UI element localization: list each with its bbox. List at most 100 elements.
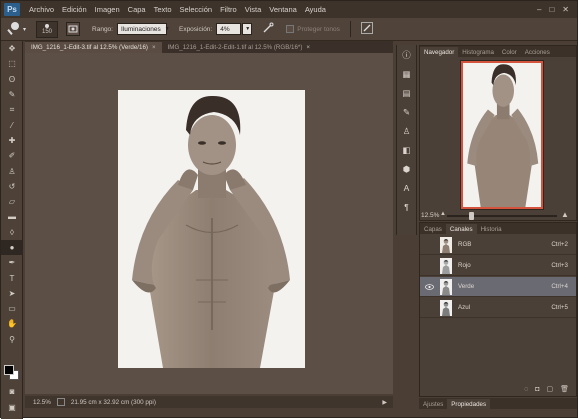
pressure-icon[interactable]: [360, 21, 373, 37]
foreground-color-swatch[interactable]: [4, 365, 14, 375]
exposure-input[interactable]: 4%: [216, 23, 242, 35]
select-arrow-icon: ▼: [245, 26, 251, 32]
channel-shortcut: Ctrl+5: [551, 304, 568, 311]
tab-document-1[interactable]: IMG_1216_1-Edit-3.tif al 12.5% (Verde/16…: [25, 42, 162, 53]
canvas-area[interactable]: [25, 53, 393, 394]
tab-document-2[interactable]: IMG_1216_1-Edit-2-Edit-1.tif al 12.5% (R…: [162, 42, 316, 53]
visibility-toggle[interactable]: [424, 303, 434, 313]
type-tool-icon[interactable]: T: [1, 270, 23, 285]
paragraph-icon[interactable]: ¶: [397, 198, 416, 216]
hand-tool-icon[interactable]: ✋: [1, 316, 23, 331]
zoom-tool-icon[interactable]: ⚲: [1, 332, 23, 347]
close-tab-icon[interactable]: ×: [152, 44, 156, 51]
quick-mask-icon[interactable]: ◙: [1, 384, 23, 399]
menu-imagen[interactable]: Imagen: [91, 5, 124, 14]
menu-seleccion[interactable]: Selección: [176, 5, 217, 14]
visibility-toggle[interactable]: [424, 261, 434, 271]
airbrush-icon[interactable]: [262, 22, 274, 37]
navigator-zoom[interactable]: 12.5%: [421, 212, 439, 219]
trash-icon[interactable]: 🗑: [560, 385, 569, 393]
save-selection-icon[interactable]: ◘: [535, 386, 539, 393]
protect-tones-checkbox[interactable]: [286, 25, 295, 33]
eye-icon[interactable]: [424, 282, 434, 292]
menu-texto[interactable]: Texto: [150, 5, 176, 14]
document-image[interactable]: [118, 90, 305, 368]
eraser-tool-icon[interactable]: ▱: [1, 194, 23, 209]
menu-filtro[interactable]: Filtro: [216, 5, 241, 14]
info-icon[interactable]: ⓘ: [397, 46, 416, 64]
blur-tool-icon[interactable]: ◊: [1, 225, 23, 240]
navigator-panel: Navegador Histograma Color Acciones: [419, 45, 577, 221]
path-select-tool-icon[interactable]: ➤: [1, 286, 23, 301]
tab-canales[interactable]: Canales: [445, 224, 477, 234]
layer-comps-icon[interactable]: ▤: [397, 84, 416, 102]
menu-ayuda[interactable]: Ayuda: [301, 5, 330, 14]
exposure-dropdown[interactable]: ▼: [242, 23, 253, 35]
tab-acciones[interactable]: Acciones: [521, 47, 554, 57]
clone-source-icon[interactable]: ♙: [397, 122, 416, 140]
chevron-down-icon[interactable]: ▾: [23, 26, 26, 33]
swatches-icon[interactable]: ▦: [397, 65, 416, 83]
lasso-tool-icon[interactable]: ʘ: [1, 72, 23, 87]
menu-capa[interactable]: Capa: [124, 5, 150, 14]
character-icon[interactable]: A: [397, 179, 416, 197]
channel-row-rgb[interactable]: RGB Ctrl+2: [420, 235, 576, 255]
menu-ventana[interactable]: Ventana: [265, 5, 301, 14]
zoom-out-icon[interactable]: ▲: [440, 211, 446, 217]
tab-label: IMG_1216_1-Edit-2-Edit-1.tif al 12.5% (R…: [167, 44, 303, 51]
close-tab-icon[interactable]: ×: [306, 44, 310, 51]
maximize-button[interactable]: □: [549, 5, 554, 14]
tab-ajustes[interactable]: Ajustes: [419, 399, 447, 409]
tab-navegador[interactable]: Navegador: [420, 47, 459, 57]
new-channel-icon[interactable]: ▢: [546, 385, 553, 393]
healing-tool-icon[interactable]: ✚: [1, 133, 23, 148]
scroll-right-icon[interactable]: ▶: [382, 399, 393, 406]
styles-icon[interactable]: ⬢: [397, 160, 416, 178]
channel-row-verde[interactable]: Verde Ctrl+4: [420, 277, 576, 297]
channel-row-azul[interactable]: Azul Ctrl+5: [420, 298, 576, 318]
brush-presets-icon[interactable]: ✎: [397, 103, 416, 121]
select-arrow-icon: ▼: [164, 26, 170, 32]
navigator-preview[interactable]: [460, 60, 544, 210]
tab-color[interactable]: Color: [498, 47, 521, 57]
brush-tool-icon[interactable]: ✐: [1, 148, 23, 163]
crop-tool-icon[interactable]: ⌗: [1, 102, 23, 117]
menu-vista[interactable]: Vista: [241, 5, 266, 14]
dodge-tool-icon[interactable]: ●: [1, 239, 23, 256]
zoom-slider-handle[interactable]: [469, 212, 474, 220]
load-selection-icon[interactable]: ◌: [524, 386, 528, 393]
tab-label: IMG_1216_1-Edit-3.tif al 12.5% (Verde/16…: [31, 44, 148, 51]
range-select[interactable]: Iluminaciones ▼: [116, 23, 170, 35]
clone-stamp-tool-icon[interactable]: ♙: [1, 163, 23, 178]
status-info-icon[interactable]: [56, 398, 65, 406]
gradient-tool-icon[interactable]: ▬: [1, 209, 23, 224]
zoom-level[interactable]: 12.5%: [25, 399, 57, 406]
shape-tool-icon[interactable]: ▭: [1, 301, 23, 316]
visibility-toggle[interactable]: [424, 240, 434, 250]
menu-archivo[interactable]: Archivo: [25, 5, 58, 14]
screen-mode-icon[interactable]: ▣: [1, 400, 23, 415]
eyedropper-tool-icon[interactable]: ⁄: [1, 117, 23, 132]
history-brush-tool-icon[interactable]: ↺: [1, 179, 23, 194]
tab-histograma[interactable]: Histograma: [458, 47, 498, 57]
marquee-tool-icon[interactable]: ⬚: [1, 56, 23, 71]
channel-row-rojo[interactable]: Rojo Ctrl+3: [420, 256, 576, 276]
minimize-button[interactable]: –: [537, 5, 541, 14]
document-tabs: IMG_1216_1-Edit-3.tif al 12.5% (Verde/16…: [25, 41, 393, 53]
paths-icon[interactable]: ◧: [397, 141, 416, 159]
channel-name: Azul: [458, 304, 471, 311]
navigator-zoom-slider[interactable]: [447, 215, 557, 217]
tab-historia[interactable]: Historia: [477, 224, 506, 234]
brush-size-picker[interactable]: 150: [36, 20, 59, 38]
navigator-view-frame[interactable]: [461, 61, 543, 209]
zoom-in-icon[interactable]: ▲: [561, 210, 569, 219]
move-tool-icon[interactable]: ✥: [1, 41, 23, 56]
dodge-tool-icon[interactable]: [7, 21, 21, 38]
close-button[interactable]: ✕: [562, 5, 569, 14]
menu-edicion[interactable]: Edición: [58, 5, 91, 14]
brush-panel-icon[interactable]: [66, 22, 81, 36]
tab-propiedades[interactable]: Propiedades: [447, 399, 491, 409]
pen-tool-icon[interactable]: ✒: [1, 255, 23, 270]
tab-capas[interactable]: Capas: [420, 224, 446, 234]
quick-select-tool-icon[interactable]: ✎: [1, 87, 23, 102]
